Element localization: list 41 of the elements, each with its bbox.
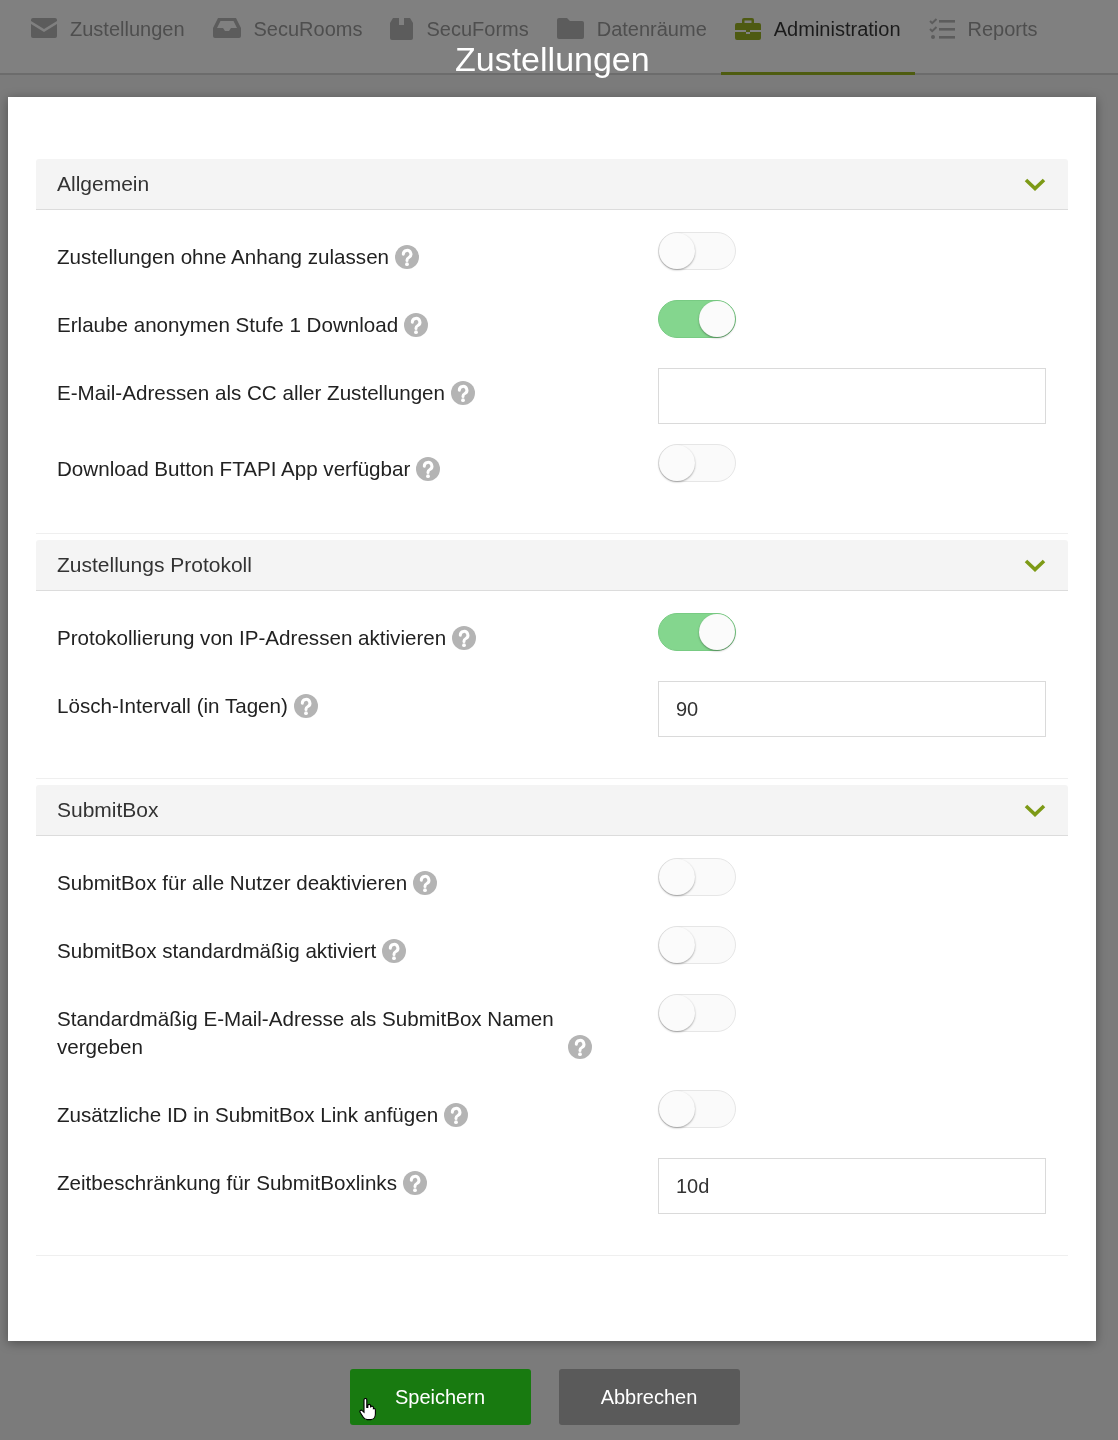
- setting-label: Zeitbeschränkung für SubmitBoxlinks: [57, 1170, 397, 1196]
- toggle-switch[interactable]: [658, 613, 736, 651]
- folder-icon: [556, 18, 584, 39]
- help-icon: [293, 694, 318, 718]
- setting-label: Download Button FTAPI App verfügbar: [57, 456, 411, 482]
- envelope-icon: [31, 18, 57, 38]
- setting-label: SubmitBox standardmäßig aktiviert: [57, 938, 377, 964]
- text-field[interactable]: [658, 368, 1046, 424]
- section-header[interactable]: SubmitBox: [36, 785, 1068, 836]
- help-icon: [395, 245, 420, 269]
- setting-label: E-Mail-Adressen als CC aller Zustellungen: [57, 380, 445, 406]
- setting-label: Zustellungen ohne Anhang zulassen: [57, 244, 390, 270]
- help-icon: [568, 1035, 592, 1059]
- toggle-switch[interactable]: [658, 300, 736, 338]
- box-icon: [390, 18, 414, 40]
- help-icon: [416, 457, 441, 481]
- briefcase-icon: [734, 18, 761, 40]
- dialog-title: Zustellungen: [455, 40, 650, 78]
- help-icon: [402, 1171, 427, 1195]
- text-field[interactable]: 10d: [658, 1158, 1046, 1214]
- setting-label: SubmitBox für alle Nutzer deaktivieren: [57, 870, 408, 896]
- setting-label: Protokollierung von IP-Adressen aktivieren: [57, 625, 447, 651]
- inbox-tray-icon: [212, 18, 241, 38]
- section-header[interactable]: Allgemein: [36, 159, 1068, 210]
- section-header[interactable]: Zustellungs Protokoll: [36, 540, 1068, 591]
- help-icon: [444, 1103, 469, 1127]
- setting-label: Lösch-Intervall (in Tagen): [57, 693, 288, 719]
- help-icon: [452, 626, 477, 650]
- hand-cursor-icon: [358, 1398, 376, 1421]
- setting-label: Erlaube anonymen Stufe 1 Download: [57, 312, 399, 338]
- help-icon: [404, 313, 429, 337]
- help-icon: [382, 939, 407, 963]
- nav-tab[interactable]: Administration: [720, 18, 915, 75]
- cancel-button[interactable]: Abbrechen: [558, 1369, 740, 1425]
- help-icon: [413, 871, 438, 895]
- checklist-icon: [928, 18, 955, 40]
- setting-label: Zusätzliche ID in SubmitBox Link anfügen: [57, 1102, 439, 1128]
- help-icon: [451, 381, 475, 405]
- save-button[interactable]: Speichern: [349, 1369, 531, 1425]
- setting-label: Standardmäßig E-Mail-Adresse als SubmitBox Namen vergeben: [57, 1006, 555, 1060]
- text-field[interactable]: 90: [658, 681, 1046, 737]
